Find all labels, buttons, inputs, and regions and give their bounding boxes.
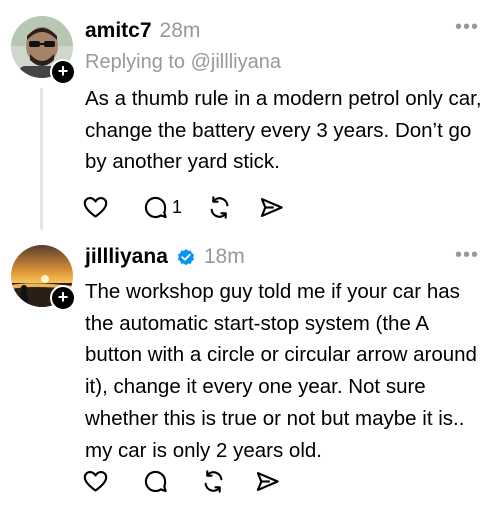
timestamp: 28m <box>159 19 201 42</box>
heart-icon[interactable] <box>80 192 110 222</box>
thread-connector-line <box>40 88 43 230</box>
send-icon[interactable] <box>252 466 282 496</box>
action-bar <box>80 466 282 496</box>
action-bar: 1 <box>80 192 286 222</box>
more-icon[interactable]: ••• <box>455 244 479 267</box>
follow-plus-icon[interactable]: + <box>50 59 76 85</box>
comment-icon[interactable] <box>140 192 170 222</box>
post-amitc7: + amitc7 28m ••• Replying to @jillliyana… <box>0 0 500 240</box>
post-text: The workshop guy told me if your car has… <box>85 280 477 462</box>
timestamp: 18m <box>203 245 245 268</box>
heart-icon[interactable] <box>80 466 110 496</box>
follow-plus-icon[interactable]: + <box>50 285 76 311</box>
username[interactable]: amitc7 <box>85 19 152 43</box>
post-text: As a thumb rule in a modern petrol only … <box>85 87 482 174</box>
comment-icon[interactable] <box>140 466 170 496</box>
repost-icon[interactable] <box>198 466 228 496</box>
repost-icon[interactable] <box>204 192 234 222</box>
replying-to-label[interactable]: Replying to @jillliyana <box>85 51 281 74</box>
send-icon[interactable] <box>256 192 286 222</box>
post-header: jillliyana 18m <box>85 245 245 269</box>
post-header: amitc7 28m <box>85 19 200 43</box>
more-icon[interactable]: ••• <box>455 16 479 39</box>
username[interactable]: jillliyana <box>85 245 168 269</box>
verified-badge-icon <box>177 249 194 266</box>
reply-count: 1 <box>172 196 183 217</box>
